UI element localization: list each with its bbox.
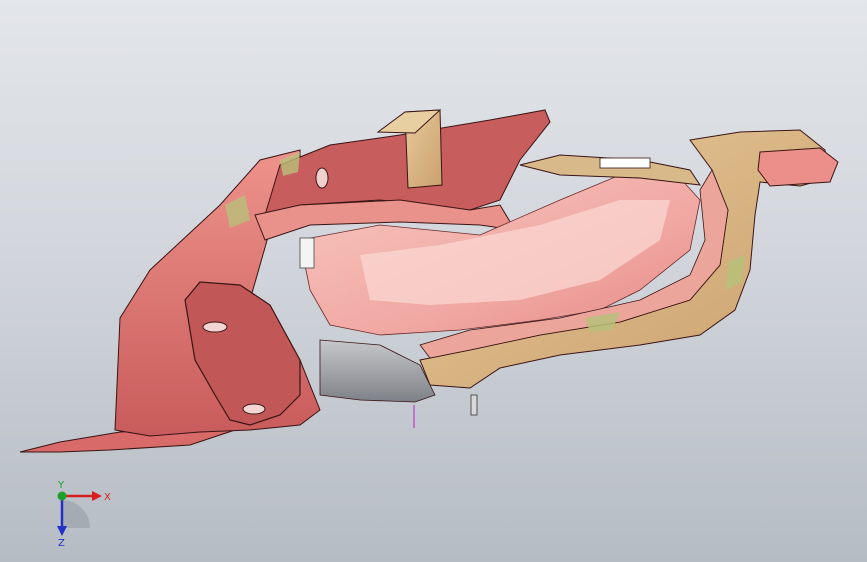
boss-hole-upper — [202, 321, 228, 333]
right-end-cap — [757, 147, 839, 187]
hole-ridge-left — [315, 167, 329, 189]
z-axis-label: Z — [58, 538, 65, 548]
triad-shadow — [62, 500, 90, 528]
x-axis-label: X — [104, 492, 111, 503]
pin-left — [299, 237, 315, 269]
pin-bottom — [470, 394, 478, 416]
y-axis-dot-icon — [57, 491, 67, 501]
back-rim-slot — [599, 157, 651, 169]
underside-gray — [319, 339, 436, 403]
coordinate-triad: X Y Z — [57, 480, 111, 548]
z-arrow-head-icon — [57, 526, 67, 536]
graphics-viewport[interactable]: X Y Z — [0, 0, 867, 562]
3d-model-part[interactable] — [0, 0, 867, 562]
y-axis-label: Y — [57, 480, 65, 491]
x-arrow-head-icon — [92, 491, 102, 501]
boss-hole-lower — [242, 403, 266, 415]
